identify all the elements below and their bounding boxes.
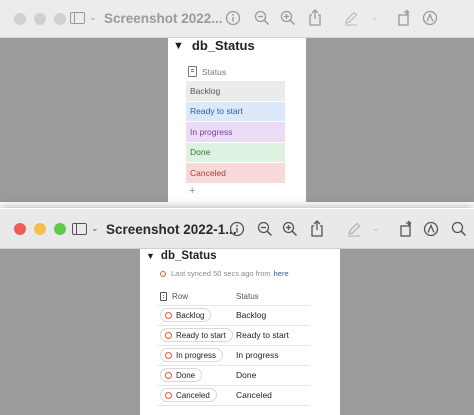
zoom-in-icon[interactable] xyxy=(282,221,298,237)
window-title: Screenshot 2022-1... xyxy=(106,222,237,237)
share-icon[interactable] xyxy=(308,9,322,26)
column-header-status[interactable]: Status xyxy=(236,292,259,301)
chevron-down-icon[interactable]: ⌄ xyxy=(372,223,380,234)
back-window-titlebar: ⌄ Screenshot 2022... ⌄ xyxy=(0,0,474,38)
chevron-down-icon[interactable]: ⌄ xyxy=(91,223,99,234)
status-cell[interactable]: Canceled xyxy=(236,390,272,400)
row-page-link[interactable]: Done xyxy=(160,368,203,382)
page-icon xyxy=(165,331,172,339)
zoom-button[interactable] xyxy=(54,12,66,25)
info-icon[interactable] xyxy=(225,10,241,26)
minimize-button[interactable] xyxy=(34,222,46,235)
close-button[interactable] xyxy=(14,12,26,25)
page-icon xyxy=(165,311,172,319)
status-options-list: Backlog Ready to start In progress Done … xyxy=(186,80,285,183)
page-icon xyxy=(165,391,172,399)
table-row[interactable]: In progress In progress xyxy=(158,346,310,365)
markup-pen-icon[interactable] xyxy=(343,10,359,26)
rotate-icon[interactable] xyxy=(398,220,414,237)
row-page-link[interactable]: In progress xyxy=(160,348,224,362)
sync-icon xyxy=(160,270,166,277)
option-done[interactable]: Done xyxy=(186,141,285,162)
share-icon[interactable] xyxy=(310,220,324,237)
chevron-down-icon[interactable]: ⌄ xyxy=(89,12,97,23)
page-icon xyxy=(165,351,172,359)
markup-pen-icon[interactable] xyxy=(346,221,362,237)
collapse-toggle-icon[interactable]: ▼ xyxy=(173,40,184,52)
sync-status: Last synced 50 secs ago from here xyxy=(160,269,289,278)
status-cell[interactable]: Backlog xyxy=(236,310,266,320)
option-canceled[interactable]: Canceled xyxy=(186,162,285,183)
back-window-content: ▼ db_Status Status Backlog Ready to star… xyxy=(0,38,474,202)
sidebar-toggle-icon[interactable] xyxy=(72,223,87,235)
collapse-toggle-icon[interactable]: ▼ xyxy=(146,251,155,261)
front-window: ⌄ Screenshot 2022-1... ⌄ ▼ db_Status Las… xyxy=(0,208,474,415)
markup-toolbar-icon[interactable] xyxy=(422,10,438,26)
back-page: ▼ db_Status Status Backlog Ready to star… xyxy=(168,38,306,202)
page-icon xyxy=(165,371,172,379)
bookmark-icon xyxy=(188,66,197,77)
zoom-in-icon[interactable] xyxy=(280,10,296,26)
bookmark-icon xyxy=(160,292,167,301)
page-title: ▼ db_Status xyxy=(173,38,255,53)
sidebar-toggle-icon[interactable] xyxy=(70,12,85,24)
back-window: ⌄ Screenshot 2022... ⌄ ▼ db_Status Statu… xyxy=(0,0,474,202)
front-window-titlebar: ⌄ Screenshot 2022-1... ⌄ xyxy=(0,209,474,249)
row-page-link[interactable]: Ready to start xyxy=(160,328,233,342)
table-row[interactable]: Canceled Canceled xyxy=(158,386,310,405)
zoom-button[interactable] xyxy=(54,222,66,235)
column-header-row[interactable]: Row xyxy=(160,292,188,301)
option-ready-to-start[interactable]: Ready to start xyxy=(186,100,285,121)
table-row[interactable]: Ready to start Ready to start xyxy=(158,326,310,345)
status-cell[interactable]: Ready to start xyxy=(236,330,289,340)
option-backlog[interactable]: Backlog xyxy=(186,80,285,101)
info-icon[interactable] xyxy=(229,221,245,237)
zoom-out-icon[interactable] xyxy=(257,221,273,237)
close-button[interactable] xyxy=(14,222,26,235)
table-row[interactable]: Backlog Backlog xyxy=(158,306,310,325)
page-title: ▼ db_Status xyxy=(146,250,217,262)
rotate-icon[interactable] xyxy=(396,9,412,26)
front-window-content: ▼ db_Status Last synced 50 secs ago from… xyxy=(0,249,474,415)
synced-table: Row Status Backlog Backlog Ready to star… xyxy=(158,289,310,409)
add-option-button[interactable]: + xyxy=(189,185,195,197)
markup-toolbar-icon[interactable] xyxy=(423,221,439,237)
minimize-button[interactable] xyxy=(34,12,46,25)
column-header-status[interactable]: Status xyxy=(188,66,226,77)
divider xyxy=(158,405,310,406)
front-page: ▼ db_Status Last synced 50 secs ago from… xyxy=(140,249,340,415)
status-cell[interactable]: In progress xyxy=(236,350,279,360)
table-row[interactable]: Done Done xyxy=(158,366,310,385)
zoom-out-icon[interactable] xyxy=(254,10,270,26)
row-page-link[interactable]: Canceled xyxy=(160,388,217,402)
window-title: Screenshot 2022... xyxy=(104,11,223,26)
synced-source-link[interactable]: here xyxy=(274,269,289,278)
search-icon[interactable] xyxy=(451,221,467,237)
status-cell[interactable]: Done xyxy=(236,370,256,380)
row-page-link[interactable]: Backlog xyxy=(160,308,212,322)
option-in-progress[interactable]: In progress xyxy=(186,121,285,142)
chevron-down-icon[interactable]: ⌄ xyxy=(371,12,379,23)
